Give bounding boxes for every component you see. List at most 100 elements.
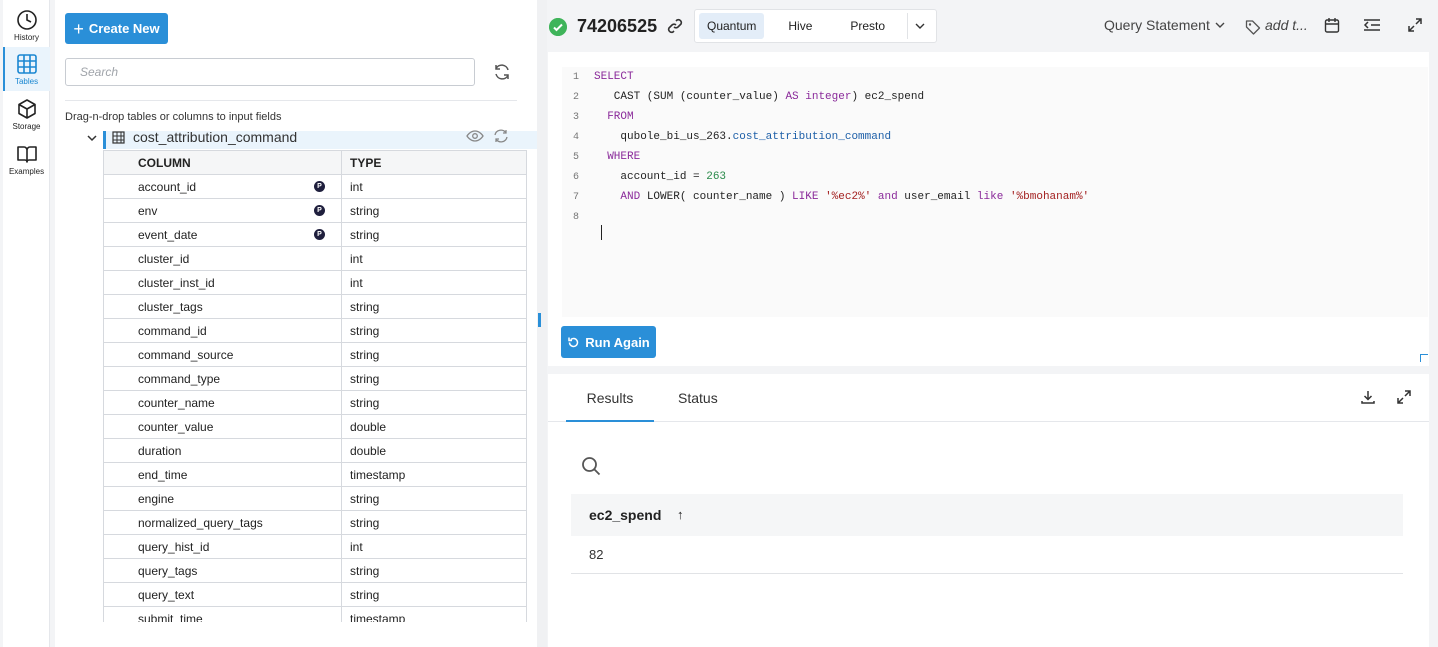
column-name-cell[interactable]: query_text (103, 582, 342, 607)
column-name-cell[interactable]: end_time (103, 462, 342, 487)
rail-item-storage[interactable]: Storage (3, 92, 50, 136)
run-again-button[interactable]: Run Again (561, 326, 656, 358)
line-number: 7 (572, 192, 579, 203)
sync-icon[interactable] (492, 129, 510, 143)
engine-hive[interactable]: Hive (780, 13, 820, 39)
column-name-cell[interactable]: cluster_id (103, 246, 342, 271)
table-row[interactable]: command_id string (103, 318, 527, 343)
query-statement-dropdown[interactable]: Query Statement (1104, 17, 1226, 33)
table-row[interactable]: command_source string (103, 342, 527, 367)
table-row[interactable]: end_time timestamp (103, 462, 527, 487)
table-row[interactable]: query_tags string (103, 558, 527, 583)
table-row[interactable]: normalized_query_tags string (103, 510, 527, 535)
table-row[interactable]: command_type string (103, 366, 527, 391)
splitter-handle[interactable] (538, 313, 541, 327)
table-name[interactable]: cost_attribution_command (133, 129, 297, 145)
table-row[interactable]: event_date Pstring (103, 222, 527, 247)
rail-item-history[interactable]: History (3, 3, 50, 47)
partition-badge-icon: P (314, 205, 325, 216)
query-editor-card: 1 2 3 4 5 6 7 8 SELECT CAST (SUM (counte… (548, 52, 1429, 366)
tables-panel: + Create New Drag-n-drop tables or colum… (55, 0, 537, 647)
table-row[interactable]: query_hist_id int (103, 534, 527, 559)
download-icon[interactable] (1360, 389, 1376, 405)
column-name-cell[interactable]: normalized_query_tags (103, 510, 342, 535)
column-name-cell[interactable]: account_id P (103, 174, 342, 199)
run-again-label: Run Again (585, 334, 650, 350)
line-number: 5 (572, 152, 579, 163)
rail-label-history: History (14, 33, 39, 42)
column-type: double (341, 414, 527, 439)
table-row[interactable]: cluster_id int (103, 246, 527, 271)
column-name-cell[interactable]: cluster_inst_id (103, 270, 342, 295)
table-row[interactable]: submit_time timestamp (103, 606, 527, 623)
tab-status[interactable]: Status (678, 390, 718, 406)
column-name-cell[interactable]: engine (103, 486, 342, 511)
column-type: timestamp (341, 462, 527, 487)
table-row[interactable]: env Pstring (103, 198, 527, 223)
line-number: 6 (572, 172, 579, 183)
column-name-cell[interactable]: command_id (103, 318, 342, 343)
column-name-cell[interactable]: cluster_tags (103, 294, 342, 319)
resize-handle[interactable] (1420, 354, 1428, 362)
table-tree: cost_attribution_command COLUMN TYPE acc… (55, 0, 537, 622)
table-row[interactable]: query_text string (103, 582, 527, 607)
column-type: timestamp (341, 606, 527, 622)
rail-label-examples: Examples (8, 167, 45, 176)
rerun-icon (568, 337, 579, 347)
collapse-panel-icon[interactable] (1363, 17, 1381, 33)
table-row[interactable]: counter_name string (103, 390, 527, 415)
column-type: int (341, 270, 527, 295)
column-name: submit_time (138, 611, 203, 623)
sql-editor[interactable]: 1 2 3 4 5 6 7 8 SELECT CAST (SUM (counte… (562, 67, 1428, 317)
engine-presto[interactable]: Presto (842, 13, 893, 39)
table-row[interactable]: account_id Pint (103, 174, 527, 199)
table-row[interactable]: engine string (103, 486, 527, 511)
column-name-cell[interactable]: counter_name (103, 390, 342, 415)
column-type: int (341, 246, 527, 271)
chevron-down-icon (915, 23, 925, 29)
column-name-cell[interactable]: duration (103, 438, 342, 463)
column-name-cell[interactable]: env P (103, 198, 342, 223)
column-name: duration (138, 443, 182, 458)
left-nav-rail: History Tables Storage Examples (3, 0, 50, 647)
fullscreen-icon[interactable] (1396, 389, 1412, 405)
column-name-cell[interactable]: command_type (103, 366, 342, 391)
sort-ascending-icon[interactable]: ↑ (677, 507, 684, 522)
engine-quantum[interactable]: Quantum (699, 13, 765, 39)
table-row: 82 (571, 536, 1403, 574)
rail-item-tables[interactable]: Tables (3, 47, 50, 91)
column-type: string (341, 558, 527, 583)
engine-more-dropdown[interactable] (907, 13, 932, 39)
column-name: query_hist_id (138, 539, 210, 554)
column-name-cell[interactable]: event_date P (103, 222, 342, 247)
column-name-cell[interactable]: command_source (103, 342, 342, 367)
tab-results[interactable]: Results (566, 390, 654, 422)
link-icon[interactable] (667, 18, 683, 34)
line-number: 2 (572, 92, 579, 103)
result-column-header[interactable]: ec2_spend (589, 507, 661, 523)
table-row[interactable]: duration double (103, 438, 527, 463)
column-name: end_time (138, 467, 188, 482)
column-name-cell[interactable]: query_tags (103, 558, 342, 583)
table-row[interactable]: cluster_tags string (103, 294, 527, 319)
column-name-cell[interactable]: query_hist_id (103, 534, 342, 559)
column-name: command_source (138, 347, 234, 362)
eye-icon[interactable] (466, 129, 484, 143)
search-icon[interactable] (581, 456, 601, 476)
code-line: SELECT (594, 71, 634, 83)
table-row[interactable]: counter_value double (103, 414, 527, 439)
column-name-cell[interactable]: submit_time (103, 606, 342, 623)
chevron-down-icon (1215, 22, 1225, 28)
type-header: TYPE (341, 150, 527, 175)
rail-item-examples[interactable]: Examples (3, 137, 50, 181)
column-name: command_id (138, 323, 207, 338)
column-name-cell[interactable]: counter_value (103, 414, 342, 439)
table-row[interactable]: cluster_inst_id int (103, 270, 527, 295)
fullscreen-icon[interactable] (1407, 17, 1423, 33)
chevron-down-icon[interactable] (85, 131, 99, 145)
add-tags-input[interactable]: add t... (1265, 17, 1308, 33)
tag-icon[interactable] (1245, 19, 1261, 35)
calendar-icon[interactable] (1324, 17, 1340, 34)
text-caret (601, 225, 602, 240)
column-type: string (341, 222, 527, 247)
